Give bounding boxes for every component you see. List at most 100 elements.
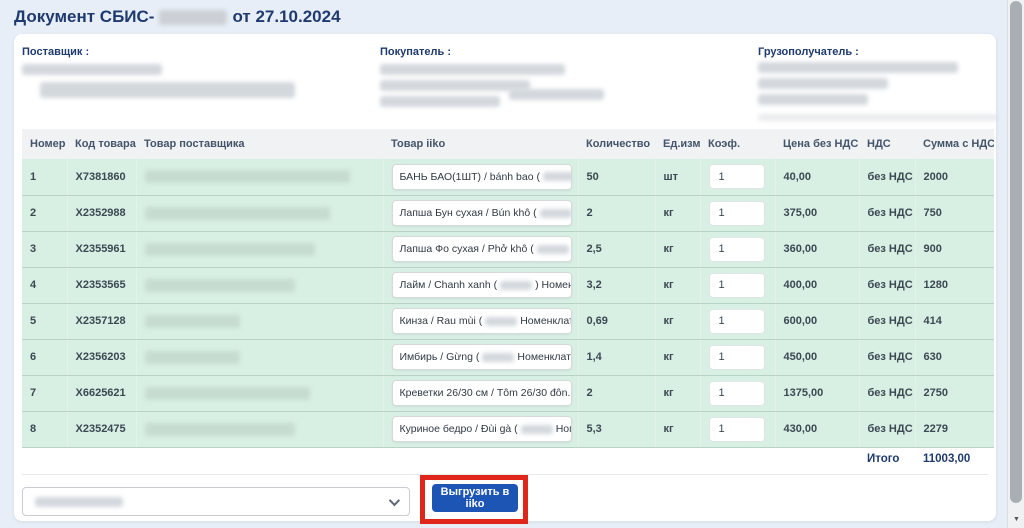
table-row: 6 X2356203 Имбирь / Gừng ( Номенклатур..…: [22, 339, 994, 375]
product-code: X2353565: [67, 267, 136, 303]
iiko-select-text-after: Номе...: [556, 423, 572, 435]
redacted-supplier-product: [145, 170, 350, 183]
row-number: 1: [22, 159, 67, 195]
vat-value: без НДС: [859, 267, 915, 303]
column-header: Цена без НДС: [775, 129, 859, 159]
column-header: Ед.изм.: [655, 129, 700, 159]
redacted-supplier-product: [145, 279, 295, 292]
column-header: Номер: [22, 129, 67, 159]
unit-value: кг: [655, 303, 700, 339]
iiko-product-select[interactable]: Имбирь / Gừng ( Номенклатур... ▾: [392, 344, 572, 370]
quantity-value: 0,69: [578, 303, 655, 339]
sum-value: 900: [915, 231, 994, 267]
unit-value: кг: [655, 339, 700, 375]
table-row: 4 X2353565 Лайм / Chanh xanh ( ) Номенкл…: [22, 267, 994, 303]
redacted-selected-option: [35, 497, 123, 507]
iiko-select-text-after: Номенклатур...: [517, 351, 571, 363]
redacted-supplier-product: [145, 315, 240, 328]
footer-divider: [22, 474, 988, 475]
iiko-product-select[interactable]: Лайм / Chanh xanh ( ) Номенкл... ▾: [392, 272, 572, 298]
coef-input[interactable]: [709, 273, 765, 298]
redacted-consignee-name: [758, 62, 958, 73]
row-number: 2: [22, 195, 67, 231]
price-value: 40,00: [775, 159, 859, 195]
coef-input[interactable]: [709, 237, 765, 262]
quantity-value: 1,4: [578, 339, 655, 375]
product-code: X2357128: [67, 303, 136, 339]
quantity-value: 3,2: [578, 267, 655, 303]
row-number: 8: [22, 411, 67, 447]
price-value: 600,00: [775, 303, 859, 339]
scrollbar-down-arrow-icon[interactable]: ▼: [1008, 511, 1024, 528]
quantity-value: 5,3: [578, 411, 655, 447]
iiko-product-select[interactable]: Кинза / Rau mùi ( Номенклату... ▾: [392, 308, 572, 334]
sum-value: 630: [915, 339, 994, 375]
iiko-redacted-part: [543, 172, 572, 181]
coef-input[interactable]: [709, 345, 765, 370]
iiko-product-select[interactable]: Лапша Бун сухая / Bún khô ( Н... ▾: [392, 200, 572, 226]
buyer-label: Покупатель :: [380, 46, 451, 58]
vat-value: без НДС: [859, 195, 915, 231]
iiko-redacted-part: [521, 425, 553, 434]
coef-input[interactable]: [709, 201, 765, 226]
redacted-supplier-product: [145, 423, 295, 436]
iiko-product-select[interactable]: БАНЬ БАО(1ШТ) / bánh bao ( ... ▾: [392, 164, 572, 190]
vat-value: без НДС: [859, 411, 915, 447]
unit-value: кг: [655, 411, 700, 447]
quantity-value: 2,5: [578, 231, 655, 267]
table-row: 8 X2352475 Куриное бедро / Đùi gà ( Номе…: [22, 411, 994, 447]
price-value: 375,00: [775, 195, 859, 231]
store-select[interactable]: [22, 487, 410, 516]
sum-value: 414: [915, 303, 994, 339]
unit-value: кг: [655, 375, 700, 411]
product-code: X2355961: [67, 231, 136, 267]
sum-value: 2750: [915, 375, 994, 411]
table-row: 7 X6625621 Креветки 26/30 см / Tôm 26/30…: [22, 375, 994, 411]
price-value: 400,00: [775, 267, 859, 303]
coef-input[interactable]: [709, 417, 765, 442]
iiko-select-text-before: Креветки 26/30 см / Tôm 26/30 đôn...: [400, 387, 572, 399]
column-header: Сумма с НДС: [915, 129, 994, 159]
iiko-product-select[interactable]: Лапша Фо сухая / Phở khô ( ) Н... ▾: [392, 236, 572, 262]
product-code: X2352475: [67, 411, 136, 447]
iiko-select-text-before: Кинза / Rau mùi (: [400, 315, 483, 327]
redacted-buyer-name: [380, 64, 565, 75]
totals-label: Итого: [859, 447, 915, 470]
redacted-supplier-name: [22, 64, 162, 75]
iiko-product-select[interactable]: Креветки 26/30 см / Tôm 26/30 đôn... ▾: [392, 380, 572, 406]
page-title-suffix: от 27.10.2024: [232, 7, 340, 27]
vertical-scrollbar[interactable]: ▼: [1007, 0, 1024, 528]
redacted-supplier-product: [145, 243, 315, 256]
row-number: 7: [22, 375, 67, 411]
iiko-select-text-before: БАНЬ БАО(1ШТ) / bánh bao (: [400, 171, 540, 183]
unit-value: кг: [655, 231, 700, 267]
table-row: 1 X7381860 БАНЬ БАО(1ШТ) / bánh bao ( ..…: [22, 159, 994, 195]
coef-input[interactable]: [709, 164, 765, 189]
redacted-supplier-product: [145, 207, 330, 220]
price-value: 1375,00: [775, 375, 859, 411]
iiko-redacted-part: [485, 317, 517, 326]
column-header: Товар iiko: [383, 129, 578, 159]
product-code: X2352988: [67, 195, 136, 231]
coef-input[interactable]: [709, 309, 765, 334]
price-value: 450,00: [775, 339, 859, 375]
iiko-select-text-before: Лапша Бун сухая / Bún khô (: [400, 207, 537, 219]
iiko-select-text-after: ) Номенкл...: [535, 279, 571, 291]
quantity-value: 2: [578, 375, 655, 411]
iiko-select-text-before: Лапша Фо сухая / Phở khô (: [400, 243, 534, 255]
iiko-redacted-part: [540, 209, 572, 218]
row-number: 6: [22, 339, 67, 375]
table-row: 3 X2355961 Лапша Фо сухая / Phở khô ( ) …: [22, 231, 994, 267]
redacted-supplier-details: [40, 82, 295, 98]
quantity-value: 50: [578, 159, 655, 195]
coef-input[interactable]: [709, 381, 765, 406]
iiko-product-select[interactable]: Куриное бедро / Đùi gà ( Номе... ▾: [392, 416, 572, 442]
column-header: Коэф.: [700, 129, 775, 159]
iiko-select-text-before: Куриное бедро / Đùi gà (: [400, 423, 518, 435]
export-to-iiko-button[interactable]: Выгрузить в iiko: [432, 484, 518, 512]
vat-value: без НДС: [859, 231, 915, 267]
scrollbar-thumb[interactable]: [1010, 1, 1022, 503]
redacted-supplier-product: [145, 387, 310, 400]
quantity-value: 2: [578, 195, 655, 231]
column-header: НДС: [859, 129, 915, 159]
